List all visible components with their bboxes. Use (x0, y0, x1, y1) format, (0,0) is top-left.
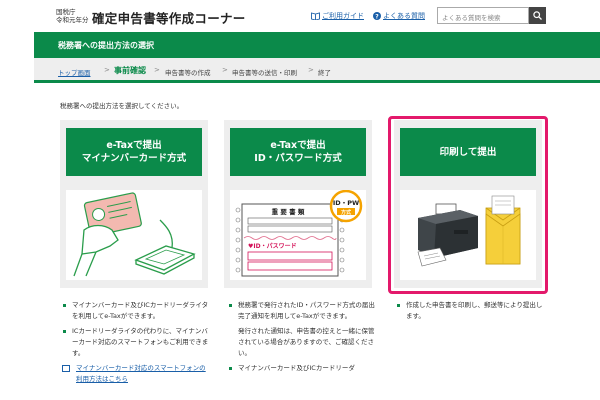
idpw-desc-3: マイナンバーカード及びICカードリーダ (228, 363, 378, 374)
search-button[interactable] (529, 7, 546, 24)
option-print-submit[interactable]: 印刷して提出 (394, 120, 542, 288)
guide-link[interactable]: ご利用ガイド (311, 11, 364, 21)
option-idpw-line1: e-Taxで提出 (270, 140, 326, 151)
section-title: 税務署への提出方法の選択 (58, 41, 154, 50)
faq-link[interactable]: ? よくある質問 (373, 11, 425, 21)
section-title-bar: 税務署への提出方法の選択 (34, 32, 600, 58)
breadcrumb-step-create: 申告書等の作成 (165, 69, 211, 77)
option-id-password[interactable]: e-Taxで提出 ID・パスワード方式 重 要 書 類 ♥ID・パスワード ID… (224, 120, 372, 288)
agency-label: 国税庁 令和元年分 (56, 8, 89, 24)
mynumber-card-reader-illustration (66, 190, 202, 280)
option-mynumber-heading: e-Taxで提出 マイナンバーカード方式 (66, 128, 202, 176)
mynumber-desc-1: マイナンバーカード及びICカードリーダライタを利用してe-Taxができます。 (62, 300, 212, 322)
breadcrumb-step-end: 終了 (318, 69, 331, 77)
magnifier-icon (533, 11, 542, 20)
tax-year: 令和元年分 (56, 16, 89, 24)
printer-envelope-illustration (400, 190, 536, 280)
option-mynumber-card[interactable]: e-Taxで提出 マイナンバーカード方式 (60, 120, 208, 288)
breadcrumb-separator: > (154, 66, 160, 74)
mynumber-desc-2: ICカードリーダライタの代わりに、マイナンバーカード対応のスマートフォンもご利用… (62, 326, 212, 359)
window-icon (62, 365, 70, 372)
breadcrumb-current: 事前確認 (114, 66, 146, 75)
option-print-description: 作成した申告書を印刷し、郵送等により提出します。 (396, 300, 546, 326)
form-heading: 重 要 書 類 (272, 207, 305, 216)
faq-search-input[interactable]: よくある質問を検索 (437, 7, 529, 24)
print-desc-1: 作成した申告書を印刷し、郵送等により提出します。 (396, 300, 546, 322)
page-margin (0, 0, 34, 400)
option-idpw-heading: e-Taxで提出 ID・パスワード方式 (230, 128, 366, 176)
book-icon (311, 12, 320, 20)
question-icon: ? (373, 12, 381, 20)
breadcrumb-step-send: 申告書等の送信・印刷 (232, 69, 297, 77)
breadcrumb-separator: > (308, 66, 314, 74)
option-mynumber-line1: e-Taxで提出 (106, 140, 162, 151)
option-idpw-line2: ID・パスワード方式 (254, 153, 342, 164)
option-mynumber-line2: マイナンバーカード方式 (81, 153, 187, 164)
idpw-desc-1: 税務署で発行されたID・パスワード方式の届出完了通知を利用してe-Taxができま… (228, 300, 378, 322)
site-title: 確定申告書等作成コーナー (92, 11, 246, 26)
guide-link-label: ご利用ガイド (322, 12, 364, 20)
smartphone-usage-link-label: マイナンバーカード対応のスマートフォンの利用方法はこちら (76, 364, 206, 383)
breadcrumb-underline (34, 80, 600, 83)
breadcrumb-separator: > (104, 66, 110, 74)
badge-line1: ID・PW (333, 199, 359, 207)
idpw-desc-2: 発行された通知は、申告書の控えと一緒に保管されている場合がありますので、ご確認く… (238, 327, 375, 357)
option-print-label: 印刷して提出 (439, 146, 497, 158)
id-password-form-illustration: 重 要 書 類 ♥ID・パスワード ID・PW 方式 (230, 189, 366, 280)
site-header: 国税庁 令和元年分 確定申告書等作成コーナー ご利用ガイド ? よくある質問 よ… (0, 0, 600, 32)
breadcrumb-separator: > (222, 66, 228, 74)
form-label: ♥ID・パスワード (248, 242, 297, 250)
option-idpw-description: 税務署で発行されたID・パスワード方式の届出完了通知を利用してe-Taxができま… (228, 300, 378, 378)
option-mynumber-description: マイナンバーカード及びICカードリーダライタを利用してe-Taxができます。 I… (62, 300, 212, 389)
agency-name: 国税庁 (56, 8, 76, 16)
smartphone-usage-link[interactable]: マイナンバーカード対応のスマートフォンの利用方法はこちら (62, 363, 212, 385)
breadcrumb: トップ画面 > 事前確認 > 申告書等の作成 > 申告書等の送信・印刷 > 終了 (34, 58, 600, 82)
breadcrumb-top[interactable]: トップ画面 (58, 67, 91, 77)
option-print-heading: 印刷して提出 (400, 128, 536, 176)
badge-line2: 方式 (341, 209, 351, 216)
instruction-text: 税務署への提出方法を選択してください。 (60, 102, 184, 110)
svg-text:?: ? (375, 13, 379, 20)
faq-link-label: よくある質問 (383, 12, 425, 20)
